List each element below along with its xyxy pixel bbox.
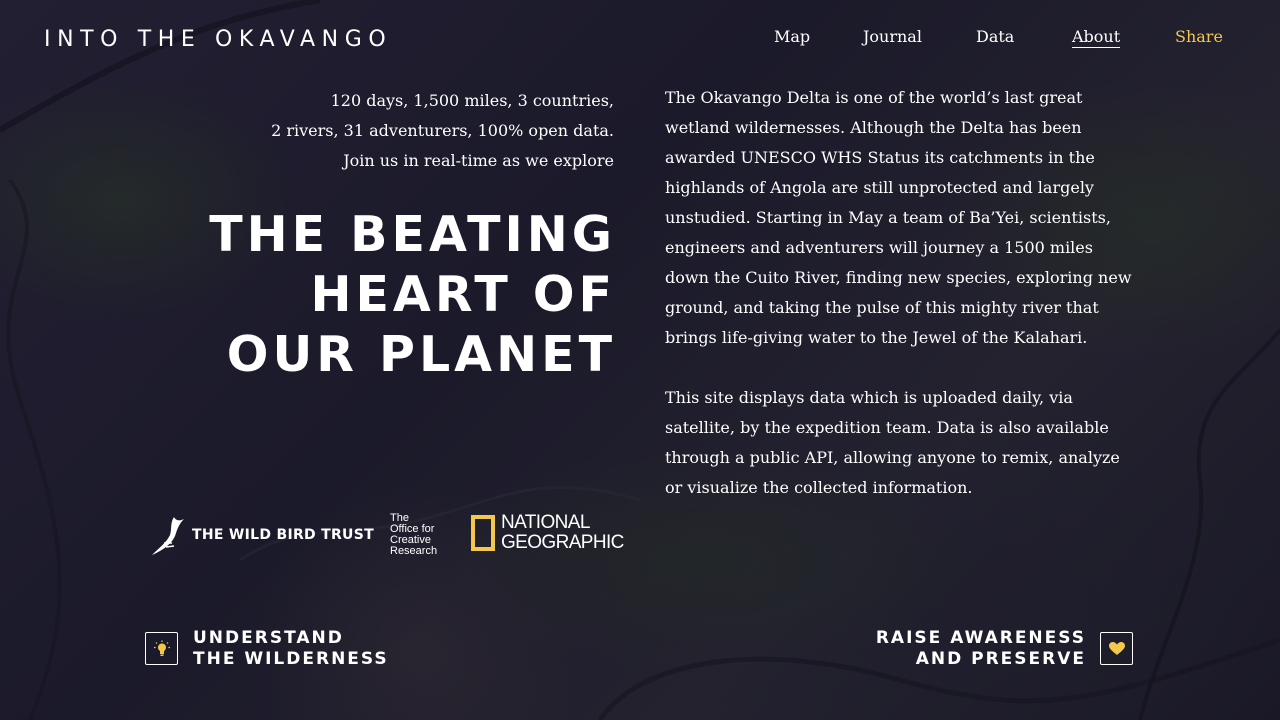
main-nav: Map Journal Data About Share <box>0 27 1280 55</box>
about-paragraph: The Okavango Delta is one of the world’s… <box>665 88 1132 347</box>
nav-share[interactable]: Share <box>1175 27 1223 46</box>
natgeo-line: GEOGRAPHIC <box>501 532 624 553</box>
wild-bird-trust-text: THE WILD BIRD TRUST <box>192 527 374 543</box>
heart-icon <box>1100 632 1133 665</box>
page-headline: THE BEATING HEART OF OUR PLANET <box>209 205 616 385</box>
headline-line: THE BEATING <box>209 206 616 263</box>
intro-line: Join us in real-time as we explore <box>343 151 614 170</box>
understand-label: UNDERSTAND THE WILDERNESS <box>193 628 389 670</box>
nav-map[interactable]: Map <box>774 27 810 46</box>
about-paragraph: This site displays data which is uploade… <box>665 388 1120 497</box>
partner-logos: THE WILD BIRD TRUST The Office for Creat… <box>0 508 1280 568</box>
bird-icon <box>152 517 184 555</box>
headline-line: OUR PLANET <box>226 326 616 383</box>
intro-line: 120 days, 1,500 miles, 3 countries, <box>330 91 614 110</box>
nav-journal[interactable]: Journal <box>863 27 922 46</box>
natgeo-wordmark: NATIONAL GEOGRAPHIC <box>501 513 624 553</box>
intro-line: 2 rivers, 31 adventurers, 100% open data… <box>271 121 614 140</box>
office-creative-research-logo[interactable]: The Office for Creative Research <box>390 513 437 557</box>
headline-line: HEART OF <box>310 266 616 323</box>
intro-text: 120 days, 1,500 miles, 3 countries, 2 ri… <box>194 86 614 176</box>
cta-line: UNDERSTAND <box>193 628 344 648</box>
natgeo-line: NATIONAL <box>501 512 590 533</box>
understand-wilderness-link[interactable]: UNDERSTAND THE WILDERNESS <box>145 628 389 670</box>
cta-line: RAISE AWARENESS <box>875 628 1086 648</box>
nav-data[interactable]: Data <box>976 27 1014 46</box>
lightbulb-icon <box>145 632 178 665</box>
ocr-line: Research <box>390 545 438 557</box>
natgeo-frame-icon <box>471 515 495 551</box>
raise-awareness-label: RAISE AWARENESS AND PRESERVE <box>876 628 1086 670</box>
about-text: The Okavango Delta is one of the world’s… <box>665 83 1135 533</box>
raise-awareness-link[interactable]: RAISE AWARENESS AND PRESERVE <box>876 628 1133 670</box>
national-geographic-logo[interactable]: NATIONAL GEOGRAPHIC <box>471 513 624 553</box>
nav-about[interactable]: About <box>1072 27 1121 48</box>
wild-bird-trust-logo[interactable]: THE WILD BIRD TRUST <box>150 513 374 557</box>
cta-line: THE WILDERNESS <box>193 649 389 669</box>
cta-line: AND PRESERVE <box>915 649 1086 669</box>
